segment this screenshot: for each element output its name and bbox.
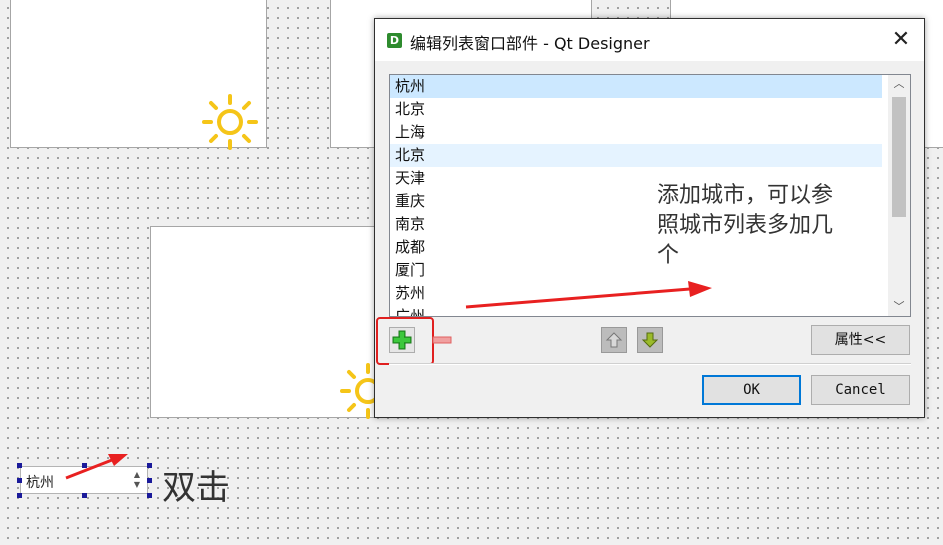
list-item[interactable]: 北京 xyxy=(390,98,882,121)
arrow-head xyxy=(108,454,128,466)
remove-icon xyxy=(432,336,452,344)
move-up-icon xyxy=(605,332,623,348)
double-click-annotation: 双击 xyxy=(162,468,230,508)
move-down-icon xyxy=(641,332,659,348)
add-item-button[interactable] xyxy=(389,327,415,353)
city-combobox[interactable]: 杭州 ▲ ▼ xyxy=(20,466,148,494)
dialog-titlebar: D 编辑列表窗口部件 - Qt Designer ✕ xyxy=(375,19,924,61)
spin-arrows-icon[interactable]: ▲ ▼ xyxy=(131,470,143,490)
add-city-annotation: 添加城市，可以参 照城市列表多加几 个 xyxy=(657,181,872,271)
selection-handle[interactable] xyxy=(82,493,87,498)
list-item[interactable]: 杭州 xyxy=(390,75,882,98)
app-icon: D xyxy=(387,33,402,48)
selection-handle[interactable] xyxy=(82,463,87,468)
properties-button[interactable]: 属性<< xyxy=(811,325,910,355)
annotation-line: 添加城市，可以参 xyxy=(657,183,834,208)
list-item[interactable]: 苏州 xyxy=(390,282,882,305)
list-item[interactable]: 上海 xyxy=(390,121,882,144)
move-up-button[interactable] xyxy=(601,327,627,353)
scroll-down-icon[interactable]: ﹀ xyxy=(888,298,910,316)
cancel-button[interactable]: Cancel xyxy=(811,375,910,405)
edit-list-dialog: D 编辑列表窗口部件 - Qt Designer ✕ 杭州 北京 上海 北京 天… xyxy=(374,18,925,418)
combo-value: 杭州 xyxy=(26,475,54,491)
divider xyxy=(389,363,911,365)
scroll-thumb[interactable] xyxy=(892,97,906,217)
remove-item-button[interactable] xyxy=(429,327,455,353)
selection-handle[interactable] xyxy=(17,478,22,483)
selection-handle[interactable] xyxy=(147,478,152,483)
close-icon[interactable]: ✕ xyxy=(888,27,914,53)
list-scrollbar[interactable]: ︿ ﹀ xyxy=(888,75,910,316)
ok-button[interactable]: OK xyxy=(702,375,801,405)
dialog-title: 编辑列表窗口部件 - Qt Designer xyxy=(410,34,650,53)
sun-icon xyxy=(202,94,258,150)
selection-handle[interactable] xyxy=(147,463,152,468)
selection-handle[interactable] xyxy=(17,493,22,498)
scroll-up-icon[interactable]: ︿ xyxy=(888,75,910,93)
selection-handle[interactable] xyxy=(17,463,22,468)
move-down-button[interactable] xyxy=(637,327,663,353)
list-item[interactable]: 广州 xyxy=(390,305,882,316)
annotation-line: 照城市列表多加几 xyxy=(657,213,834,238)
add-icon xyxy=(392,330,412,350)
annotation-line: 个 xyxy=(657,243,680,268)
selection-handle[interactable] xyxy=(147,493,152,498)
list-item[interactable]: 北京 xyxy=(390,144,882,167)
